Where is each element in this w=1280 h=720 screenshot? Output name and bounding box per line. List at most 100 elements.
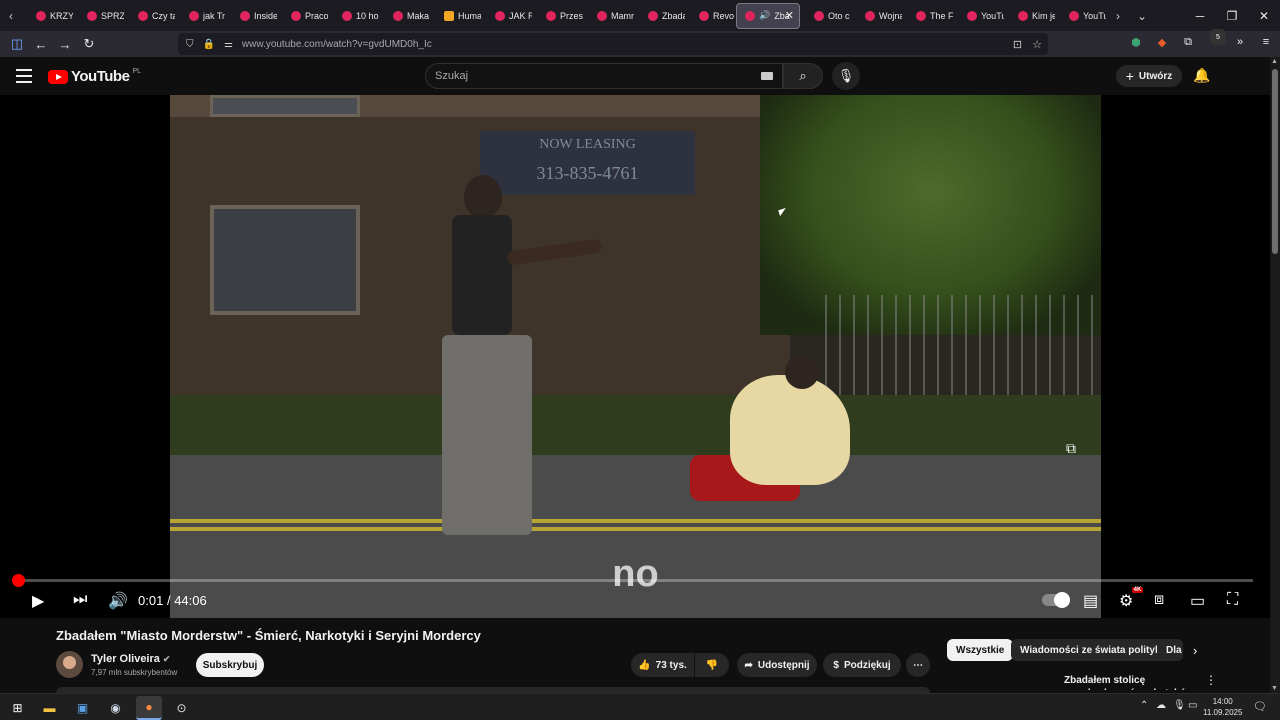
theater-mode-icon[interactable]: ▭: [1190, 591, 1205, 611]
scrollbar-thumb[interactable]: [1272, 69, 1278, 254]
maximize-icon[interactable]: ❐: [1216, 9, 1248, 23]
browser-tab[interactable]: Praco: [277, 3, 328, 29]
back-icon[interactable]: ←: [29, 32, 53, 56]
scroll-down-icon[interactable]: ▼: [1271, 685, 1278, 692]
browser-tab[interactable]: SPRZĄ: [73, 3, 124, 29]
video-player[interactable]: NOW LEASING 313-835-4761 no ⧉ ▶ ⏭ 🔊 0:01…: [0, 95, 1270, 618]
tab-close-icon[interactable]: ✕: [785, 9, 794, 22]
sidebar-toggle-icon[interactable]: ◫: [5, 32, 29, 56]
next-video-icon[interactable]: ⏭: [73, 591, 87, 609]
tab-list-menu-icon[interactable]: ⌄: [1130, 9, 1154, 23]
progress-bar[interactable]: [12, 574, 1253, 587]
this-pc-icon[interactable]: ▣: [74, 699, 91, 716]
file-explorer-icon[interactable]: ▬: [41, 699, 58, 716]
browser-tab-active[interactable]: 🔊 Zba ✕: [736, 2, 800, 29]
translate-icon[interactable]: ⊡: [1013, 38, 1022, 51]
youtube-logo[interactable]: YouTube PL: [48, 68, 141, 85]
chip-all[interactable]: Wszystkie: [947, 639, 1014, 661]
extensions-puzzle-icon[interactable]: ⧉: [1180, 34, 1196, 50]
lock-icon[interactable]: 🔒: [203, 39, 215, 50]
browser-tab[interactable]: Czy ta: [124, 3, 175, 29]
ublock-extension-icon[interactable]: ●5: [1206, 29, 1226, 50]
app-menu-icon[interactable]: ≡: [1258, 34, 1274, 50]
keyboard-icon[interactable]: [761, 72, 773, 80]
firefox-icon[interactable]: ●: [136, 696, 162, 720]
channel-avatar[interactable]: [56, 651, 83, 678]
browser-tab[interactable]: Mamr: [583, 3, 634, 29]
miniplayer-overlay-icon[interactable]: ⧉: [1066, 440, 1076, 457]
browser-tab[interactable]: Revo: [685, 3, 736, 29]
windows-start-icon[interactable]: ⊞: [9, 699, 26, 716]
bookmark-star-icon[interactable]: ☆: [1032, 38, 1042, 51]
thanks-button[interactable]: $ Podziękuj: [823, 653, 901, 677]
network-icon[interactable]: ▭: [1188, 700, 1197, 711]
more-actions-button[interactable]: ⋯: [906, 653, 930, 677]
browser-tab[interactable]: jak Tr: [175, 3, 226, 29]
subtitles-icon[interactable]: ▤: [1083, 591, 1098, 611]
shield-extension-icon[interactable]: ⬢: [1128, 34, 1144, 50]
fullscreen-icon[interactable]: ⛶: [1227, 591, 1238, 609]
page-scrollbar[interactable]: ▲ ▼: [1270, 57, 1280, 693]
recommendation-title[interactable]: Zbadałem stolicę przedawkowań narkotyków…: [1064, 674, 1194, 690]
browser-tab[interactable]: Maka: [379, 3, 430, 29]
like-button[interactable]: 👍 73 tys.: [631, 653, 694, 677]
chip-politics-news[interactable]: Wiadomości ze świata polityki: [1011, 639, 1173, 661]
progress-scrubber-handle[interactable]: [12, 574, 25, 587]
channel-name[interactable]: Tyler Oliveira ✔: [91, 653, 170, 665]
tracking-shield-icon[interactable]: ⛉: [186, 39, 194, 50]
voice-search-button[interactable]: 🎙: [832, 62, 860, 90]
browser-tab[interactable]: Huma: [430, 3, 481, 29]
forward-icon[interactable]: →: [53, 32, 77, 56]
browser-tab[interactable]: YouTu: [953, 3, 1004, 29]
share-button[interactable]: ➦ Udostępnij: [737, 653, 817, 677]
dislike-button[interactable]: 👎: [695, 653, 729, 677]
tab-label: Revo: [713, 10, 735, 21]
create-button[interactable]: + Utwórz: [1116, 65, 1182, 87]
address-bar[interactable]: ⛉ 🔒 ⚌ www.youtube.com/watch?v=gvdUMD0h_I…: [178, 33, 1048, 55]
recommendation-menu-icon[interactable]: ⋮: [1205, 673, 1217, 687]
fox-extension-icon[interactable]: ◆: [1154, 34, 1170, 50]
scroll-up-icon[interactable]: ▲: [1271, 58, 1278, 65]
minimize-icon[interactable]: ─: [1184, 9, 1216, 23]
browser-tab[interactable]: The F: [902, 3, 953, 29]
tab-audio-icon[interactable]: 🔊: [759, 10, 770, 21]
browser-tab[interactable]: Inside: [226, 3, 277, 29]
search-input[interactable]: Szukaj: [425, 63, 783, 89]
more-horizontal-icon: ⋯: [913, 659, 923, 671]
notifications-bell-icon[interactable]: 🔔: [1193, 67, 1210, 84]
browser-tab[interactable]: JAK R: [481, 3, 532, 29]
settings-gear-icon[interactable]: ⚙ 4K: [1119, 587, 1144, 611]
browser-tab[interactable]: YouTu: [1055, 3, 1106, 29]
steam-icon[interactable]: ◉: [107, 699, 124, 716]
tray-overflow-icon[interactable]: ⌃: [1140, 700, 1148, 711]
reload-icon[interactable]: ↻: [77, 32, 101, 56]
tab-scroll-right-icon[interactable]: ›: [1106, 9, 1130, 23]
browser-tab[interactable]: Wojna: [851, 3, 902, 29]
overflow-chevrons-icon[interactable]: »: [1232, 34, 1248, 50]
browser-tab[interactable]: Zbada: [634, 3, 685, 29]
obs-icon[interactable]: ⊙: [173, 699, 190, 716]
guide-menu-icon[interactable]: [16, 69, 32, 83]
tab-list-left-icon[interactable]: ‹: [0, 0, 22, 31]
browser-tab[interactable]: Przes: [532, 3, 583, 29]
chip-for-you[interactable]: Dla: [1157, 639, 1183, 661]
subscribe-button[interactable]: Subskrybuj: [196, 653, 264, 677]
permissions-icon[interactable]: ⚌: [224, 39, 233, 50]
video-frame[interactable]: NOW LEASING 313-835-4761 no ⧉: [170, 95, 1101, 618]
autoplay-toggle[interactable]: [1042, 592, 1070, 608]
onedrive-icon[interactable]: ☁: [1156, 700, 1166, 711]
search-button[interactable]: ⌕: [783, 63, 823, 89]
volume-icon[interactable]: 🔊: [108, 591, 128, 611]
tab-label: 10 ho: [356, 10, 379, 21]
microphone-tray-icon[interactable]: 🎙: [1173, 700, 1186, 711]
browser-tab[interactable]: KRZYŻ: [22, 3, 73, 29]
notifications-icon[interactable]: 🗨: [1253, 700, 1267, 713]
close-window-icon[interactable]: ✕: [1248, 9, 1280, 23]
browser-tab[interactable]: Kim je: [1004, 3, 1055, 29]
play-icon[interactable]: ▶: [32, 591, 44, 611]
browser-tab[interactable]: 10 ho: [328, 3, 379, 29]
miniplayer-icon[interactable]: ⧈: [1154, 591, 1164, 609]
chips-next-chevron-icon[interactable]: ›: [1193, 643, 1197, 658]
browser-tab[interactable]: Oto c: [800, 3, 851, 29]
taskbar-clock[interactable]: 14:00 11.09.2025: [1203, 696, 1242, 718]
